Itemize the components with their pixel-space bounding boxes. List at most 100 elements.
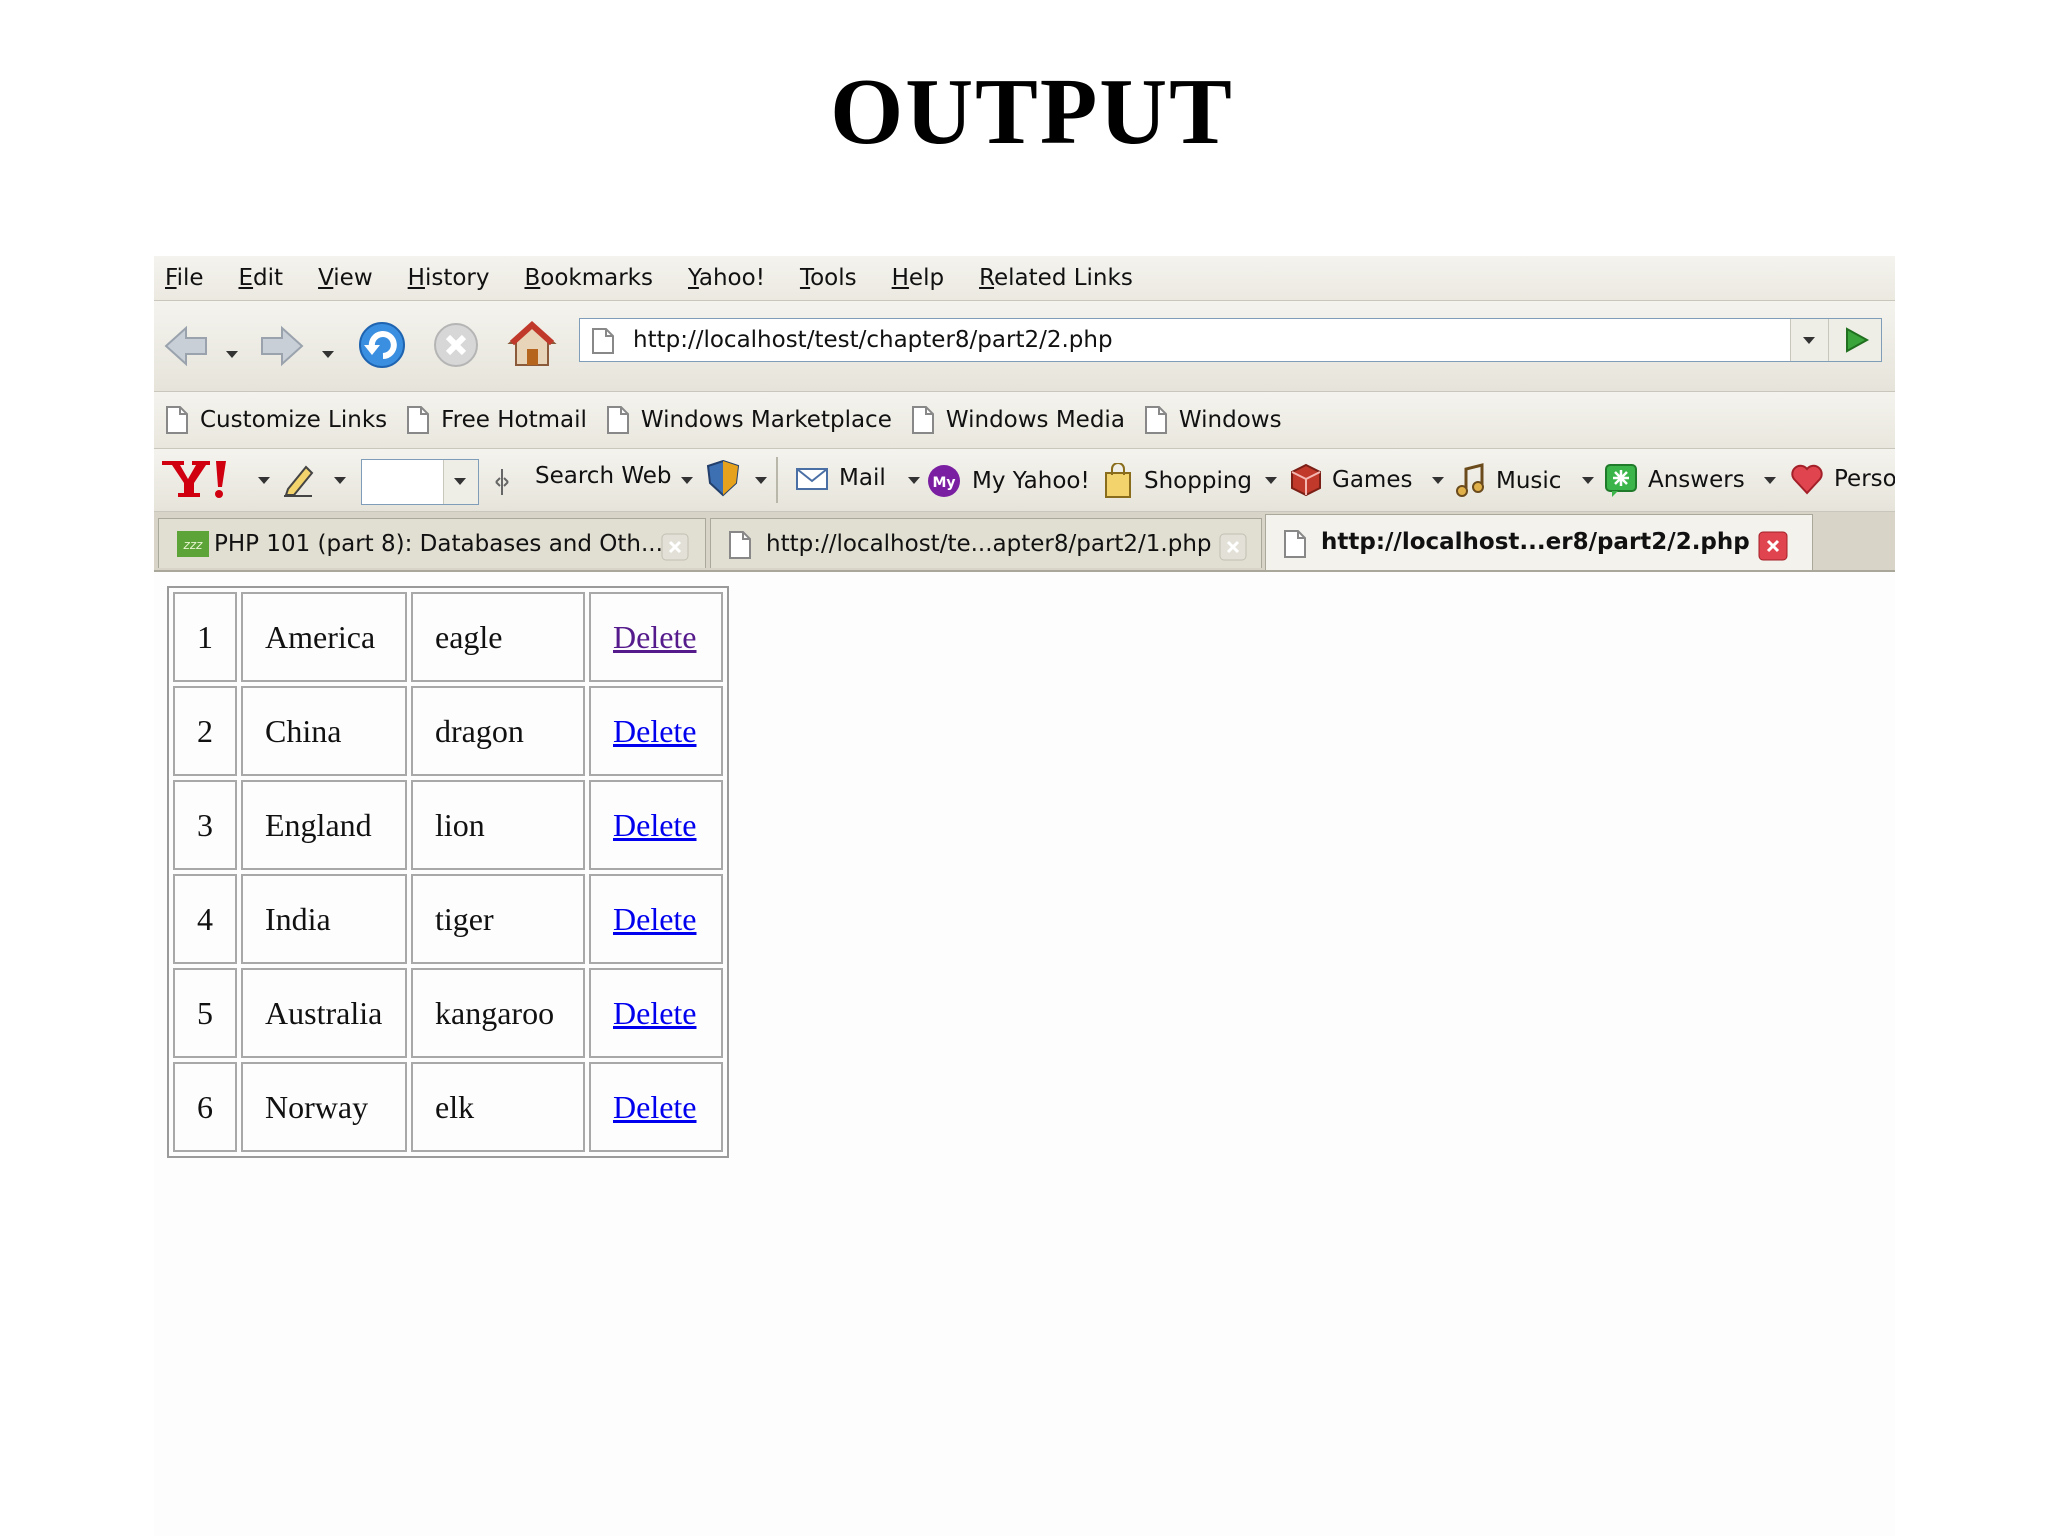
search-dropdown-button[interactable]: [443, 460, 478, 504]
resize-grip-icon[interactable]: [494, 467, 520, 497]
row-country: China: [241, 686, 407, 776]
menu-help[interactable]: Help: [892, 265, 944, 291]
delete-link[interactable]: Delete: [613, 619, 697, 655]
go-button[interactable]: [1828, 319, 1881, 361]
pencil-dropdown[interactable]: [334, 477, 346, 484]
link-customize-links[interactable]: Customize Links: [166, 406, 387, 434]
shopping-bag-icon: [1105, 463, 1131, 498]
pencil-button[interactable]: [282, 461, 326, 497]
music-dropdown[interactable]: [1582, 477, 1594, 484]
page-icon: [407, 406, 430, 434]
svg-text:My: My: [932, 475, 955, 491]
games-button[interactable]: Games: [1290, 463, 1412, 497]
home-button[interactable]: [506, 317, 558, 373]
navigation-toolbar: http://localhost/test/chapter8/part2/2.p…: [154, 301, 1895, 392]
tab-close-icon[interactable]: [661, 533, 689, 567]
search-web-button[interactable]: Search Web: [535, 463, 671, 489]
address-dropdown-button[interactable]: [1790, 319, 1829, 361]
row-animal: eagle: [411, 592, 585, 682]
menu-edit[interactable]: Edit: [239, 265, 284, 291]
menu-yahoo[interactable]: Yahoo!: [688, 265, 765, 291]
delete-link[interactable]: Delete: [613, 1089, 697, 1125]
menu-related-links[interactable]: Related Links: [979, 265, 1133, 291]
music-button[interactable]: Music: [1454, 463, 1561, 499]
delete-link[interactable]: Delete: [613, 901, 697, 937]
link-label: Windows: [1178, 407, 1282, 433]
reload-icon: [359, 322, 405, 368]
shield-icon: [706, 459, 740, 497]
chevron-down-icon: [334, 477, 346, 484]
games-dropdown[interactable]: [1432, 477, 1444, 484]
search-web-dropdown[interactable]: [681, 477, 693, 484]
yahoo-search-input[interactable]: [361, 459, 479, 505]
menu-file[interactable]: File: [165, 265, 204, 291]
delete-link[interactable]: Delete: [613, 807, 697, 843]
back-button[interactable]: [162, 323, 210, 373]
pencil-icon: [284, 465, 314, 497]
menu-history[interactable]: History: [408, 265, 490, 291]
menu-view[interactable]: View: [318, 265, 373, 291]
stop-button[interactable]: [432, 321, 480, 373]
mail-dropdown[interactable]: [908, 477, 920, 484]
link-windows-media[interactable]: Windows Media: [911, 406, 1125, 434]
answers-dropdown[interactable]: [1764, 477, 1776, 484]
forward-button[interactable]: [258, 323, 306, 373]
page-icon: [1284, 530, 1306, 564]
row-id: 5: [173, 968, 237, 1058]
games-cube-icon: [1291, 463, 1321, 497]
chevron-down-icon: [1582, 477, 1594, 484]
menu-tools[interactable]: Tools: [800, 265, 857, 291]
row-action-cell: Delete: [589, 968, 723, 1058]
page-icon: [1144, 406, 1167, 434]
row-id: 1: [173, 592, 237, 682]
row-id: 6: [173, 1062, 237, 1152]
row-action-cell: Delete: [589, 780, 723, 870]
delete-link[interactable]: Delete: [613, 713, 697, 749]
tab-close-icon[interactable]: [1219, 533, 1247, 567]
tab-close-icon[interactable]: [1758, 531, 1788, 567]
chevron-down-icon: [322, 351, 334, 358]
delete-link[interactable]: Delete: [613, 995, 697, 1031]
menu-bookmarks[interactable]: Bookmarks: [524, 265, 653, 291]
yahoo-logo-button[interactable]: [160, 457, 242, 501]
url-text: http://localhost/test/chapter8/part2/2.p…: [633, 327, 1113, 353]
shield-dropdown[interactable]: [755, 477, 767, 484]
row-animal: elk: [411, 1062, 585, 1152]
row-animal: dragon: [411, 686, 585, 776]
address-bar[interactable]: http://localhost/test/chapter8/part2/2.p…: [579, 318, 1882, 362]
my-yahoo-button[interactable]: My My Yahoo!: [926, 463, 1090, 499]
row-action-cell: Delete: [589, 874, 723, 964]
tab-part2-2[interactable]: http://localhost...er8/part2/2.php: [1265, 514, 1813, 570]
tab-php-101[interactable]: zzz PHP 101 (part 8): Databases and Oth.…: [158, 518, 706, 568]
zend-favicon-icon: zzz: [177, 531, 209, 563]
yahoo-menu-dropdown[interactable]: [258, 477, 270, 484]
go-arrow-icon: [1846, 327, 1870, 353]
table-row: 2 China dragon Delete: [173, 686, 723, 776]
link-free-hotmail[interactable]: Free Hotmail: [407, 406, 587, 434]
link-windows-marketplace[interactable]: Windows Marketplace: [606, 406, 892, 434]
answers-button[interactable]: Answers: [1604, 463, 1745, 497]
slide-title: OUTPUT: [830, 60, 1234, 164]
toolbar-separator: [776, 457, 778, 503]
reload-button[interactable]: [356, 319, 408, 375]
shopping-label: Shopping: [1144, 468, 1253, 494]
mail-button[interactable]: Mail: [795, 463, 886, 493]
forward-arrow-icon: [261, 325, 304, 367]
shield-button[interactable]: [706, 459, 750, 497]
chevron-down-icon: [681, 477, 693, 484]
link-windows[interactable]: Windows: [1144, 406, 1282, 434]
shopping-button[interactable]: Shopping: [1102, 463, 1252, 499]
home-icon: [507, 320, 557, 366]
heart-icon: [1791, 464, 1823, 495]
back-arrow-icon: [164, 325, 207, 367]
shopping-dropdown[interactable]: [1265, 477, 1277, 484]
tab-title: http://localhost...er8/part2/2.php: [1321, 529, 1750, 555]
forward-history-dropdown[interactable]: [322, 343, 334, 362]
tab-part2-1[interactable]: http://localhost/te...apter8/part2/1.php: [710, 518, 1262, 568]
tab-title: PHP 101 (part 8): Databases and Oth...: [214, 531, 663, 557]
personals-button[interactable]: Perso: [1790, 463, 1895, 495]
table-row: 1 America eagle Delete: [173, 592, 723, 682]
back-history-dropdown[interactable]: [226, 343, 238, 362]
chevron-down-icon: [908, 477, 920, 484]
chevron-down-icon: [1764, 477, 1776, 484]
